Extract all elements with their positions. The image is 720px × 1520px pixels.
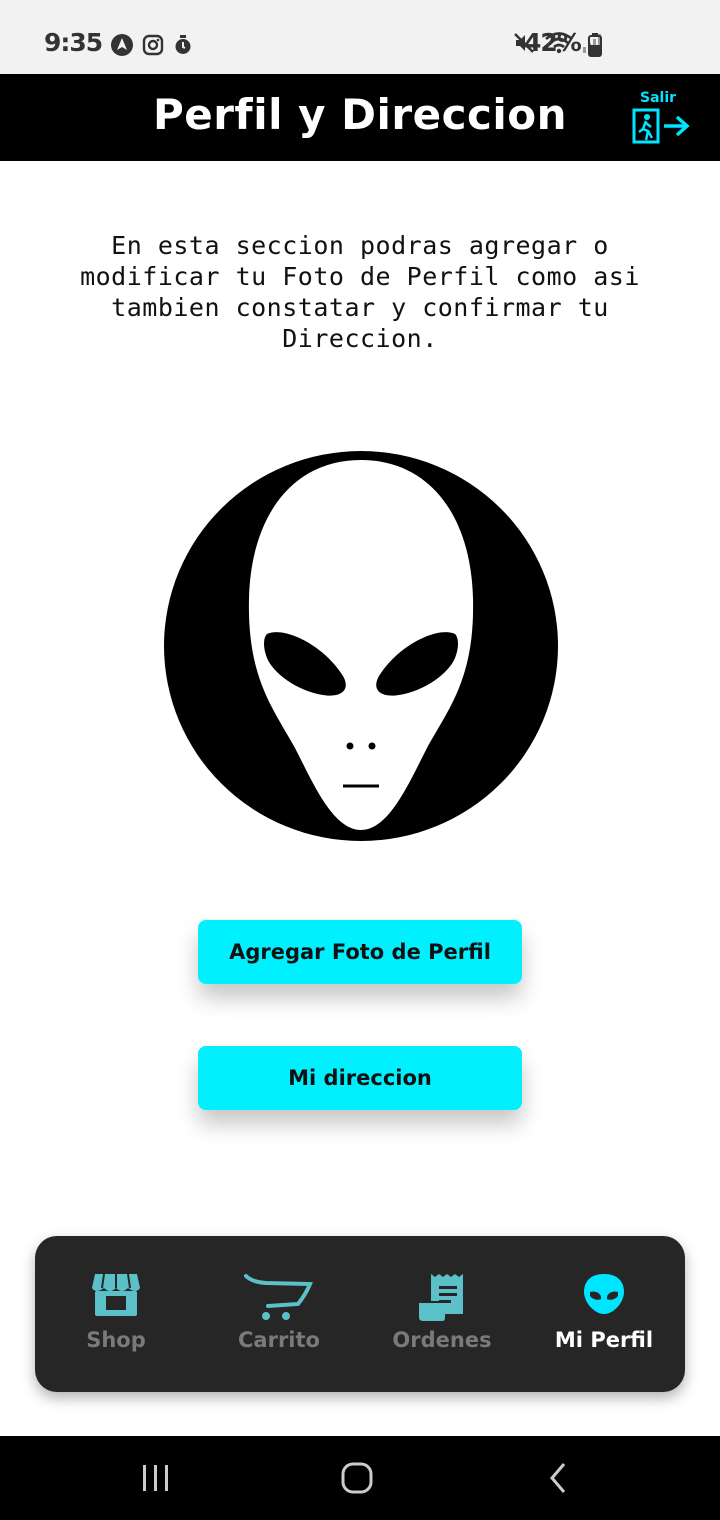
navigation-icon [110, 33, 134, 61]
recent-apps-icon [143, 1465, 168, 1491]
my-address-button[interactable]: Mi direccion [198, 1046, 522, 1110]
add-profile-photo-button[interactable]: Agregar Foto de Perfil [198, 920, 522, 984]
app-header: Perfil y Direccion Salir [0, 74, 720, 161]
exit-door-icon [632, 108, 690, 148]
battery-percent: 42% [524, 28, 582, 57]
back-button[interactable] [528, 1456, 588, 1500]
nav-item-ordenes[interactable]: Ordenes [361, 1236, 523, 1392]
store-icon [35, 1272, 197, 1318]
receipt-icon [361, 1272, 523, 1322]
instagram-icon [142, 34, 164, 60]
home-button[interactable] [327, 1456, 387, 1500]
nav-item-carrito[interactable]: Carrito [198, 1236, 360, 1392]
nav-item-shop[interactable]: Shop [35, 1236, 197, 1392]
alien-icon [523, 1272, 685, 1316]
nav-label-carrito: Carrito [238, 1328, 320, 1352]
nav-item-mi-perfil[interactable]: Mi Perfil [523, 1236, 685, 1392]
status-left-icons [110, 33, 194, 61]
battery-icon [588, 33, 602, 61]
status-time: 9:35 [44, 28, 103, 57]
system-nav-bar [0, 1436, 720, 1520]
page-title: Perfil y Direccion [152, 90, 568, 139]
back-icon [550, 1463, 566, 1493]
profile-description: En esta seccion podras agregar o modific… [80, 231, 640, 353]
nav-label-mi-perfil: Mi Perfil [554, 1328, 654, 1352]
status-bar: 9:35 42% [0, 0, 720, 74]
profile-avatar[interactable] [163, 448, 559, 844]
nav-label-ordenes: Ordenes [392, 1328, 492, 1352]
recent-apps-button[interactable] [126, 1456, 186, 1500]
logout-button[interactable]: Salir [630, 88, 692, 148]
bottom-nav: Shop Carrito Ordenes Mi Perfil [35, 1236, 685, 1392]
alien-avatar-icon [164, 451, 558, 841]
nav-label-shop: Shop [86, 1328, 146, 1352]
home-icon [341, 1462, 373, 1494]
cart-icon [198, 1272, 360, 1322]
timer-icon [172, 34, 194, 60]
logout-label: Salir [640, 90, 677, 106]
